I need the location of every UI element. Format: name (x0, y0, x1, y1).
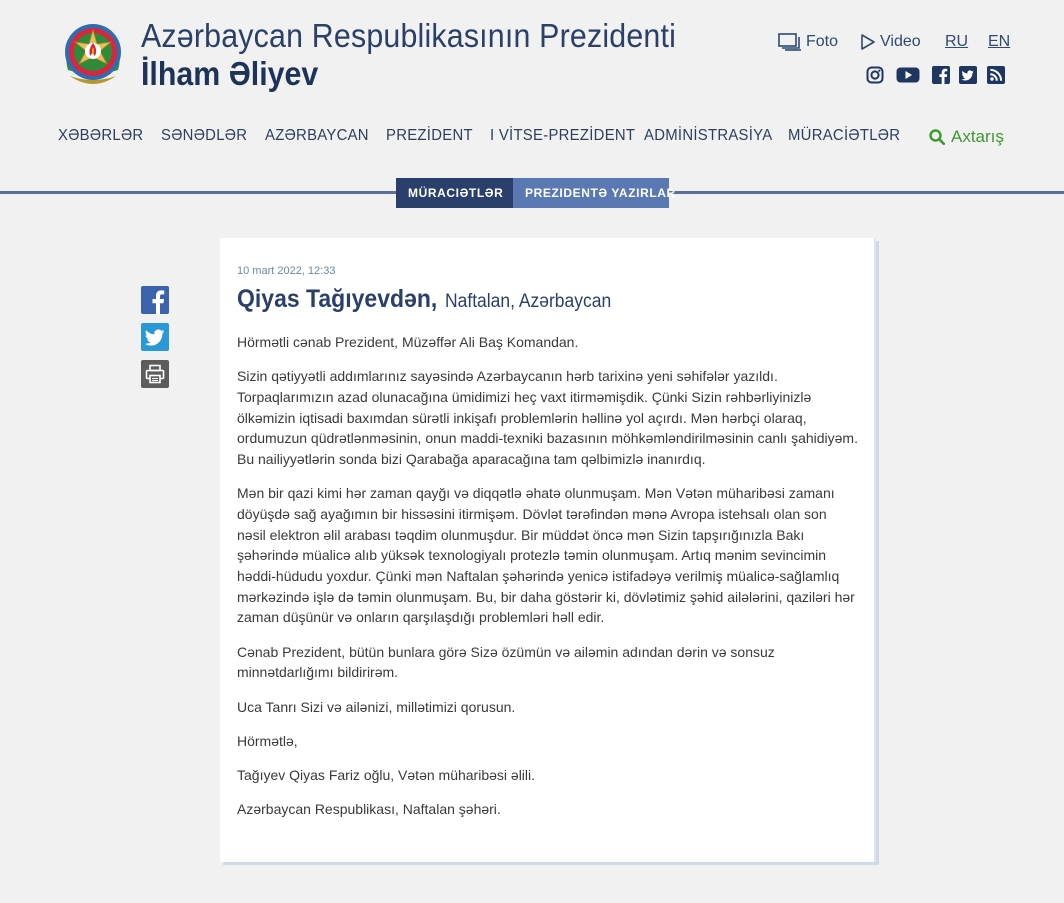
twitter-share-icon (144, 329, 165, 346)
nav-item-prezident[interactable]: PREZİDENT (386, 127, 473, 145)
letter-paragraph: Tağıyev Qiyas Fariz oğlu, Vətən müharibə… (237, 766, 536, 783)
main-nav: XƏBƏRLƏR SƏNƏDLƏR AZƏRBAYCAN PREZİDENT I… (0, 127, 1064, 147)
site-title[interactable]: Azərbaycan Respublikasının Prezidenti İl… (141, 16, 723, 92)
site-title-line1: Azərbaycan Respublikasının Prezidenti (141, 17, 677, 54)
video-label: Video (880, 33, 921, 50)
facebook-share-button[interactable] (141, 286, 169, 314)
facebook-share-icon (152, 290, 165, 314)
letter-date: 10 mart 2022, 12:33 (237, 265, 336, 277)
facebook-icon[interactable] (932, 66, 950, 84)
search-label: Axtarış (951, 127, 1004, 146)
letter-body: Hörmətli cənab Prezident, Müzəffər Ali B… (237, 332, 859, 833)
state-emblem-icon[interactable] (60, 18, 126, 92)
breadcrumb-prezidente-yazirlar[interactable]: Prezidentə yazırlar (513, 178, 675, 208)
instagram-icon[interactable] (866, 66, 884, 84)
letter-heading: Qiyas Tağıyevdən, Naftalan, Azərbaycan (237, 285, 626, 314)
twitter-share-button[interactable] (141, 323, 169, 351)
search-link[interactable]: Axtarış (929, 127, 1004, 147)
letter-paragraph: Cənab Prezident, bütün bunlara görə Sizə… (237, 643, 775, 681)
rss-icon[interactable] (987, 66, 1005, 84)
video-link[interactable]: Video (860, 33, 921, 51)
print-icon (145, 364, 165, 384)
letter-paragraph: Uca Tanrı Sizi və ailənizi, millətimizi … (237, 698, 516, 715)
letter-author: Qiyas Tağıyevdən, (237, 285, 438, 313)
nav-item-azerbaycan[interactable]: AZƏRBAYCAN (265, 127, 369, 145)
foto-link[interactable]: Foto (778, 33, 838, 51)
nav-item-muracietler[interactable]: MÜRACİƏTLƏR (788, 127, 900, 145)
foto-label: Foto (806, 33, 839, 50)
site-header: Azərbaycan Respublikasının Prezidenti İl… (0, 0, 1064, 110)
letter-card: 10 mart 2022, 12:33 Qiyas Tağıyevdən, Na… (220, 238, 876, 862)
letter-paragraph: Mən bir qazi kimi hər zaman qayğı və diq… (237, 485, 855, 626)
letter-place: Naftalan, Azərbaycan (445, 291, 612, 312)
social-links (866, 66, 1006, 84)
play-icon (861, 34, 875, 50)
nav-item-senedler[interactable]: SƏNƏDLƏR (161, 127, 247, 145)
breadcrumb: Müraciətlər Prezidentə yazırlar (396, 178, 675, 208)
breadcrumb-muracietler[interactable]: Müraciətlər (396, 178, 513, 208)
letter-paragraph: Hörmətli cənab Prezident, Müzəffər Ali B… (237, 334, 579, 350)
nav-item-xeberler[interactable]: XƏBƏRLƏR (58, 127, 143, 145)
letter-paragraph: Azərbaycan Respublikası, Naftalan şəhəri… (237, 801, 501, 818)
search-icon (929, 129, 945, 145)
letter-paragraph: Sizin qətiyyətli addımlarınız sayəsində … (237, 368, 858, 468)
twitter-icon[interactable] (959, 66, 977, 84)
nav-item-vitse-prezident[interactable]: I VİTSE-PREZİDENT (490, 127, 635, 145)
letter-paragraph: Hörmətlə, (237, 732, 298, 749)
print-button[interactable] (141, 360, 169, 388)
photo-gallery-icon (778, 33, 801, 51)
nav-item-administrasiya[interactable]: ADMİNİSTRASİYA (644, 127, 772, 145)
site-title-line2: İlham Əliyev (141, 55, 319, 92)
youtube-icon[interactable] (896, 66, 920, 84)
share-buttons (141, 286, 169, 397)
lang-en-link[interactable]: EN (988, 33, 1010, 51)
lang-ru-link[interactable]: RU (945, 33, 968, 51)
